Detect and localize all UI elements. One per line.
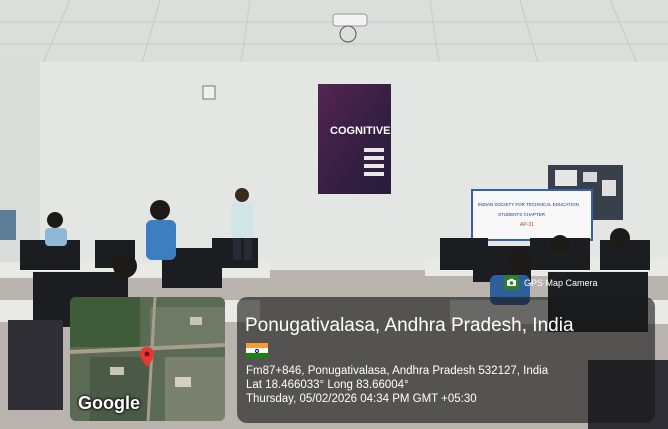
address-block: Fm87+846, Ponugativalasa, Andhra Pradesh… xyxy=(246,364,548,406)
india-flag-icon xyxy=(246,343,268,358)
slide-heading: COGNITIVE xyxy=(330,125,391,137)
address-line: Fm87+846, Ponugativalasa, Andhra Pradesh… xyxy=(246,365,549,377)
map-thumbnail: Google xyxy=(70,297,225,421)
camera-icon xyxy=(504,275,519,290)
ceiling xyxy=(0,0,668,70)
location-title: Ponugativalasa, Andhra Pradesh, India xyxy=(245,315,574,336)
coordinates-line: Lat 18.466033° Long 83.66004° xyxy=(246,379,409,391)
banner-line1: INDIAN SOCIETY FOR TECHNICAL EDUCATION xyxy=(478,202,579,207)
gps-app-label: GPS Map Camera xyxy=(524,277,598,288)
gps-camera-badge: GPS Map Camera xyxy=(504,275,598,290)
location-pin-icon xyxy=(140,347,154,367)
wall-clock xyxy=(202,85,216,100)
classroom-photo: COGNITIVE INDIAN SOCIETY FOR TECHNICAL E… xyxy=(0,0,668,429)
banner-line3: AP-31 xyxy=(520,222,534,228)
banner-line2: STUDENTS CHAPTER xyxy=(498,212,546,217)
datetime-line: Thursday, 05/02/2026 04:34 PM GMT +05:30 xyxy=(246,393,477,405)
google-logo: Google xyxy=(78,393,140,413)
